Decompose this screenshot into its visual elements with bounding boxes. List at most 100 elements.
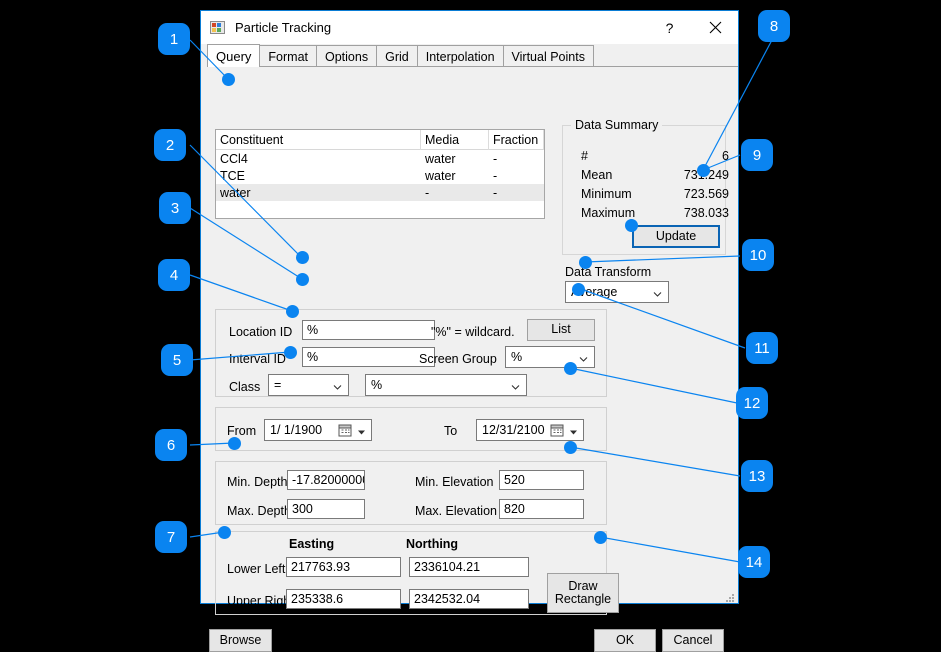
- close-icon[interactable]: [692, 11, 738, 44]
- tab-query[interactable]: Query: [207, 44, 260, 67]
- class-label: Class: [229, 380, 260, 394]
- chevron-down-icon[interactable]: [569, 426, 578, 435]
- location-id-input[interactable]: %: [302, 320, 435, 340]
- from-date-picker[interactable]: 1/ 1/1900: [264, 419, 372, 441]
- lower-left-easting-input[interactable]: 217763.93: [286, 557, 401, 577]
- annotation-badge-3: 3: [159, 192, 191, 224]
- easting-header: Easting: [289, 537, 334, 551]
- to-label: To: [444, 424, 457, 438]
- list-button[interactable]: List: [527, 319, 595, 341]
- upper-right-easting-input[interactable]: 235338.6: [286, 589, 401, 609]
- cell-media: water: [421, 150, 489, 167]
- title-bar-buttons: ?: [647, 11, 738, 44]
- min-elevation-label: Min. Elevation: [415, 475, 494, 489]
- annotation-badge-5: 5: [161, 344, 193, 376]
- annotation-badge-10: 10: [742, 239, 774, 271]
- draw-rectangle-button[interactable]: Draw Rectangle: [547, 573, 619, 613]
- tab-interpolation[interactable]: Interpolation: [417, 45, 504, 67]
- summary-value: 738.033: [659, 206, 729, 220]
- query-filter-group: Location ID % "%" = wildcard. List Inter…: [215, 309, 607, 397]
- cell-constituent: water: [216, 184, 421, 201]
- table-row[interactable]: TCE water -: [216, 167, 544, 184]
- summary-key: Mean: [581, 168, 659, 182]
- tab-options[interactable]: Options: [316, 45, 377, 67]
- summary-row-maximum: Maximum 738.033: [581, 203, 729, 222]
- class-operator-select[interactable]: =: [268, 374, 349, 396]
- chevron-down-icon: [333, 381, 342, 390]
- class-value: %: [371, 378, 382, 392]
- column-header-fraction[interactable]: Fraction: [489, 130, 544, 150]
- cell-media: water: [421, 167, 489, 184]
- query-tab-page: Constituent Media Fraction CCl4 water - …: [201, 67, 738, 603]
- tab-strip: Query Format Options Grid Interpolation …: [201, 44, 738, 67]
- northing-header: Northing: [406, 537, 458, 551]
- annotation-badge-6: 6: [155, 429, 187, 461]
- upper-right-label: Upper Right: [227, 594, 294, 608]
- column-header-constituent[interactable]: Constituent: [216, 130, 421, 150]
- table-row[interactable]: CCl4 water -: [216, 150, 544, 167]
- particle-tracking-dialog: Particle Tracking ? Query Format Options…: [200, 10, 739, 604]
- depth-elevation-group: Min. Depth -17.82000000( Max. Depth 300 …: [215, 461, 607, 525]
- data-transform-value: Average: [571, 285, 617, 299]
- chevron-down-icon: [579, 353, 588, 362]
- browse-button[interactable]: Browse: [209, 629, 272, 652]
- summary-value: 723.569: [659, 187, 729, 201]
- tab-virtual-points[interactable]: Virtual Points: [503, 45, 594, 67]
- chevron-down-icon: [653, 288, 662, 297]
- application-window-icon: [210, 20, 226, 36]
- chevron-down-icon[interactable]: [357, 426, 366, 435]
- tab-strip-filler: [593, 45, 738, 67]
- screen-group-select[interactable]: %: [505, 346, 595, 368]
- lower-left-northing-input[interactable]: 2336104.21: [409, 557, 529, 577]
- cell-media: -: [421, 184, 489, 201]
- tab-grid[interactable]: Grid: [376, 45, 418, 67]
- draw-rectangle-line2: Rectangle: [555, 593, 611, 606]
- data-transform-select[interactable]: Average: [565, 281, 669, 303]
- max-elevation-input[interactable]: 820: [499, 499, 584, 519]
- update-button[interactable]: Update: [632, 225, 720, 248]
- annotation-badge-4: 4: [158, 259, 190, 291]
- summary-value: 6: [659, 149, 729, 163]
- data-summary-rows: # 6 Mean 731.249 Minimum 723.569 Maximum…: [581, 146, 729, 222]
- date-range-group: From 1/ 1/1900 To 12/31/2100: [215, 407, 607, 451]
- wildcard-note: "%" = wildcard.: [431, 325, 515, 339]
- from-label: From: [227, 424, 256, 438]
- resize-grip-icon[interactable]: [725, 590, 735, 600]
- summary-row-mean: Mean 731.249: [581, 165, 729, 184]
- constituent-list-header: Constituent Media Fraction: [216, 130, 544, 150]
- ok-button[interactable]: OK: [594, 629, 656, 652]
- cancel-button[interactable]: Cancel: [662, 629, 724, 652]
- coordinate-extents-group: Easting Northing Lower Left 217763.93 23…: [215, 531, 607, 615]
- min-depth-input[interactable]: -17.82000000(: [287, 470, 365, 490]
- lower-left-label: Lower Left: [227, 562, 285, 576]
- from-date-value: 1/ 1/1900: [270, 423, 322, 437]
- constituent-list[interactable]: Constituent Media Fraction CCl4 water - …: [215, 129, 545, 219]
- column-header-media[interactable]: Media: [421, 130, 489, 150]
- max-elevation-label: Max. Elevation: [415, 504, 497, 518]
- tab-format[interactable]: Format: [259, 45, 317, 67]
- summary-key: Minimum: [581, 187, 659, 201]
- min-elevation-input[interactable]: 520: [499, 470, 584, 490]
- annotation-badge-14: 14: [738, 546, 770, 578]
- screen-group-value: %: [511, 350, 522, 364]
- summary-key: #: [581, 149, 659, 163]
- data-transform-label: Data Transform: [565, 265, 651, 279]
- min-depth-label: Min. Depth: [227, 475, 287, 489]
- table-row-selected[interactable]: water - -: [216, 184, 544, 201]
- screen-group-label: Screen Group: [419, 352, 497, 366]
- class-value-select[interactable]: %: [365, 374, 527, 396]
- upper-right-northing-input[interactable]: 2342532.04: [409, 589, 529, 609]
- data-summary-legend: Data Summary: [571, 118, 662, 132]
- annotation-badge-11: 11: [746, 332, 778, 364]
- interval-id-input[interactable]: %: [302, 347, 435, 367]
- summary-key: Maximum: [581, 206, 659, 220]
- max-depth-input[interactable]: 300: [287, 499, 365, 519]
- summary-row-minimum: Minimum 723.569: [581, 184, 729, 203]
- chevron-down-icon: [511, 381, 520, 390]
- cell-constituent: TCE: [216, 167, 421, 184]
- to-date-picker[interactable]: 12/31/2100: [476, 419, 584, 441]
- data-summary-group: Data Summary # 6 Mean 731.249 Minimum 72…: [562, 125, 726, 255]
- location-id-label: Location ID: [229, 325, 292, 339]
- help-icon[interactable]: ?: [647, 11, 692, 44]
- annotation-badge-7: 7: [155, 521, 187, 553]
